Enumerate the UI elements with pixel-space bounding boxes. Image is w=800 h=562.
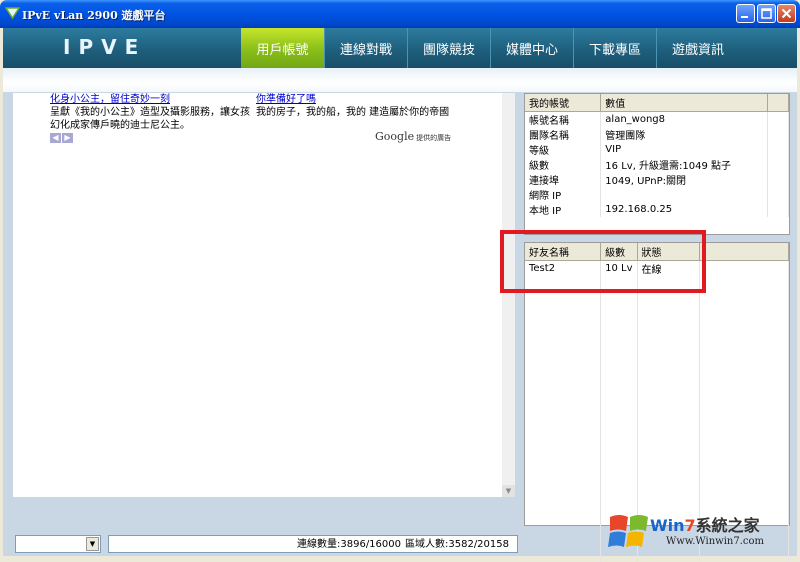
filler-cell [767, 187, 789, 202]
maximize-icon [761, 8, 772, 19]
column-header-filler [767, 94, 789, 112]
account-field: 網際 IP [525, 187, 602, 202]
tab-media-center[interactable]: 媒體中心 [490, 28, 573, 68]
filler-cell [767, 172, 789, 187]
ad-body: 我的房子，我的船，我的 建造屬於你的帝國 [256, 107, 450, 118]
tab-downloads[interactable]: 下載專區 [573, 28, 656, 68]
table-row[interactable]: 本地 IP 192.168.0.25 [525, 202, 789, 217]
ipve-logo: IPVE [63, 37, 146, 57]
watermark-rest: 系統之家 [695, 516, 760, 535]
highlight-box [500, 230, 706, 293]
account-value [600, 187, 769, 202]
account-table: 我的帳號 數值 帳號名稱 alan_wong8 團隊名稱 管理團隊 等級 VIP 級數… [525, 94, 789, 217]
watermark-win: Win [650, 516, 685, 535]
filler-cell [767, 157, 789, 172]
watermark-url: Www.Winwin7.com [666, 536, 764, 547]
account-field: 本地 IP [525, 202, 602, 217]
column-header-value[interactable]: 數值 [600, 94, 769, 112]
table-row[interactable]: 級數 16 Lv, 升級還需:1049 點子 [525, 157, 789, 172]
google-suffix: 提供的廣告 [416, 134, 452, 142]
ad-title-link[interactable]: 化身小公主，留住奇妙一刻 [50, 93, 250, 106]
account-value: alan_wong8 [600, 111, 769, 127]
scroll-down-icon[interactable]: ▼ [502, 485, 515, 497]
chevron-down-icon[interactable]: ▼ [86, 537, 99, 551]
google-brand: Google [375, 130, 415, 143]
table-row[interactable]: 網際 IP [525, 187, 789, 202]
table-row[interactable]: 團隊名稱 管理團隊 [525, 127, 789, 142]
account-field: 連接埠 [525, 172, 602, 187]
window-titlebar[interactable]: IPvE vLan 2900 遊戲平台 [0, 0, 800, 28]
main-nav: 用戶帳號 連線對戰 團隊競技 媒體中心 下載專區 遊戲資訊 [241, 28, 739, 68]
account-value: 192.168.0.25 [600, 202, 769, 217]
app-icon [5, 7, 20, 20]
status-online-count: 連線數量:3896/16000 [297, 539, 401, 550]
close-button[interactable] [777, 4, 796, 23]
column-header-my-account[interactable]: 我的帳號 [525, 94, 602, 112]
filler-cell [767, 127, 789, 142]
close-icon [781, 8, 792, 19]
ad-next-icon[interactable]: ▶ [62, 133, 73, 143]
window-title: IPvE vLan 2900 遊戲平台 [22, 9, 166, 22]
ad-body: 呈獻《我的小公主》造型及攝影服務，讓女孩幻化成家傳戶曉的迪士尼公主。 [50, 107, 250, 131]
filler-cell [767, 202, 789, 217]
content-scrollbar[interactable]: ▼ [502, 93, 515, 497]
header-band [3, 68, 797, 92]
maximize-button[interactable] [757, 4, 776, 23]
tab-user-account[interactable]: 用戶帳號 [241, 28, 324, 68]
account-info-list[interactable]: 我的帳號 數值 帳號名稱 alan_wong8 團隊名稱 管理團隊 等級 VIP 級數… [524, 93, 790, 235]
table-row[interactable]: 帳號名稱 alan_wong8 [525, 111, 789, 127]
account-field: 帳號名稱 [525, 111, 602, 127]
ad-title-link[interactable]: 你準備好了嗎 [256, 93, 456, 106]
account-value: 管理團隊 [600, 127, 769, 142]
ad-prev-icon[interactable]: ◀ [50, 133, 61, 143]
ad-item: 化身小公主，留住奇妙一刻 呈獻《我的小公主》造型及攝影服務，讓女孩幻化成家傳戶曉… [50, 93, 250, 132]
filler-cell [699, 260, 789, 276]
account-value: 16 Lv, 升級還需:1049 點子 [600, 157, 769, 172]
ad-nav: ◀ ▶ [50, 132, 74, 143]
filler-cell [767, 111, 789, 127]
account-value: VIP [600, 142, 769, 157]
logo-text: IPVE [63, 37, 146, 57]
watermark-text: Win7系統之家 [650, 512, 760, 536]
minimize-icon [741, 16, 748, 18]
filler-cell [767, 142, 789, 157]
tab-online-battle[interactable]: 連線對戰 [324, 28, 407, 68]
channel-select[interactable]: ▼ [15, 535, 101, 553]
app-header: IPVE 用戶帳號 連線對戰 團隊競技 媒體中心 下載專區 遊戲資訊 [3, 28, 797, 68]
account-field: 團隊名稱 [525, 127, 602, 142]
table-row[interactable]: 等級 VIP [525, 142, 789, 157]
tab-team-competition[interactable]: 團隊競技 [407, 28, 490, 68]
account-field: 等級 [525, 142, 602, 157]
tab-game-info[interactable]: 遊戲資訊 [656, 28, 739, 68]
account-field: 級數 [525, 157, 602, 172]
status-area-count: 區域人數:3582/20158 [405, 539, 509, 550]
ad-item: 你準備好了嗎 我的房子，我的船，我的 建造屬於你的帝國 [256, 93, 456, 119]
column-header-filler [699, 243, 789, 261]
ads-by-google[interactable]: Google 提供的廣告 [375, 130, 451, 143]
watermark-7: 7 [684, 516, 696, 535]
content-pane: 化身小公主，留住奇妙一刻 呈獻《我的小公主》造型及攝影服務，讓女孩幻化成家傳戶曉… [13, 93, 515, 497]
table-row[interactable]: 連接埠 1049, UPnP:關閉 [525, 172, 789, 187]
minimize-button[interactable] [736, 4, 755, 23]
account-value: 1049, UPnP:關閉 [600, 172, 769, 187]
